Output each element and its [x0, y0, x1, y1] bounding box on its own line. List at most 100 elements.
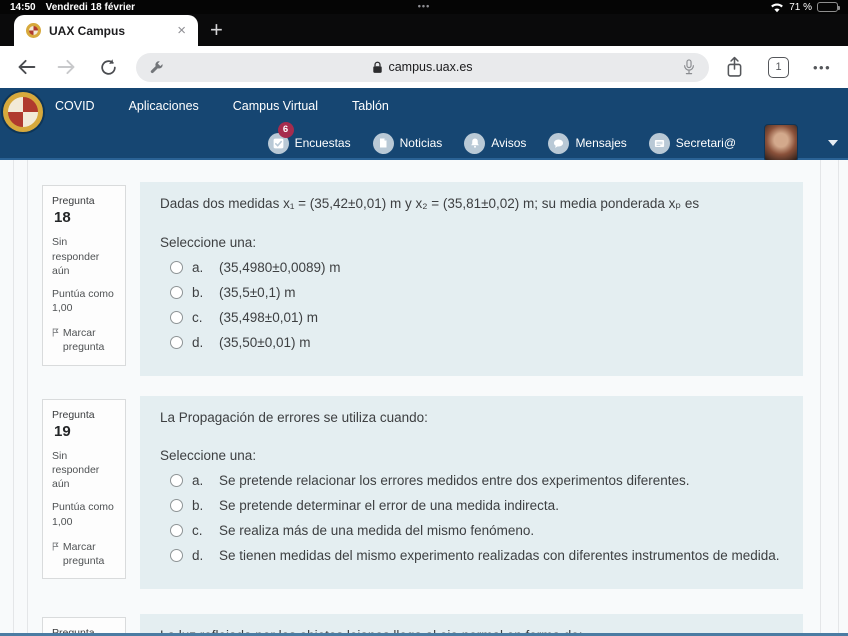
quicklink-secretaria[interactable]: Secretari@ — [648, 132, 736, 154]
main-nav: COVID Aplicaciones Campus Virtual Tablón — [0, 88, 848, 113]
option-text[interactable]: (35,498±0,01) m — [219, 310, 318, 325]
address-bar[interactable]: campus.uax.es — [136, 52, 709, 82]
option-letter: b. — [192, 284, 204, 300]
option-letter: b. — [192, 498, 204, 514]
question-18-card: Dadas dos medidas x₁ = (35,42±0,01) m y … — [140, 182, 803, 376]
radio-button[interactable] — [170, 524, 183, 538]
microphone-icon[interactable] — [682, 58, 696, 77]
answer-option-b: b. (35,5±0,1) m — [160, 285, 783, 300]
scrollbar-track[interactable] — [820, 160, 821, 636]
nav-campus-virtual[interactable]: Campus Virtual — [233, 99, 318, 113]
battery-icon — [817, 2, 840, 12]
flag-label: Marcar pregunta — [62, 327, 105, 354]
question-18-info-panel: Pregunta 18 Sin responder aún Puntúa com… — [42, 185, 126, 366]
back-button[interactable] — [14, 55, 38, 79]
option-text[interactable]: (35,5±0,1) m — [219, 285, 295, 300]
question-18: Pregunta 18 Sin responder aún Puntúa com… — [42, 182, 848, 376]
question-number: Pregunta 18 — [52, 194, 116, 228]
answer-option-a: a. (35,4980±0,0089) m — [160, 260, 783, 275]
uax-favicon-icon — [26, 23, 41, 38]
chat-icon — [548, 132, 570, 154]
nav-covid[interactable]: COVID — [55, 99, 95, 113]
reload-button[interactable] — [96, 55, 120, 79]
question-19-card: La Propagación de errores se utiliza cua… — [140, 395, 803, 590]
question-text: Dadas dos medidas x₁ = (35,42±0,01) m y … — [160, 196, 700, 211]
flag-question-link[interactable]: Marcar pregunta — [52, 326, 116, 354]
status-bar: 14:50 Vendredi 18 février ••• 71 % — [0, 0, 848, 14]
tab-close-icon[interactable]: × — [177, 23, 186, 38]
question-text: La Propagación de errores se utiliza cua… — [160, 409, 428, 425]
radio-button[interactable] — [170, 285, 183, 299]
question-19-info-panel: Pregunta 19 Sin responder aún Puntúa com… — [42, 398, 126, 580]
browser-tab[interactable]: UAX Campus × — [14, 15, 198, 46]
quicklink-label: Secretari@ — [675, 136, 736, 150]
option-text[interactable]: Se realiza más de una medida del mismo f… — [219, 523, 534, 538]
answer-option-d: d. Se tienen medidas del mismo experimen… — [160, 548, 783, 563]
flag-label: Marcar pregunta — [62, 540, 105, 567]
option-letter: c. — [192, 309, 203, 325]
tabs-button[interactable]: 1 — [768, 56, 789, 78]
news-icon — [372, 132, 394, 154]
quicklink-mensajes[interactable]: Mensajes — [548, 132, 627, 154]
answer-option-a: a. Se pretende relacionar los errores me… — [160, 473, 783, 488]
encuestas-badge: 6 — [277, 121, 294, 138]
radio-button[interactable] — [170, 335, 183, 349]
new-tab-button[interactable]: + — [210, 17, 223, 43]
quicklink-label: Avisos — [491, 136, 527, 150]
radio-button[interactable] — [170, 499, 183, 513]
uax-crest-logo[interactable] — [3, 92, 43, 132]
quicklink-label: Noticias — [399, 136, 443, 150]
question-label: Pregunta — [52, 195, 95, 207]
left-guide-line — [13, 160, 14, 636]
radio-button[interactable] — [170, 260, 183, 274]
option-text[interactable]: Se tienen medidas del mismo experimento … — [219, 548, 780, 563]
question-prompt: Seleccione una: — [160, 448, 257, 464]
quicklink-label: Mensajes — [575, 136, 627, 150]
question-status: Sin responder aún — [52, 236, 100, 277]
user-avatar[interactable] — [764, 124, 798, 162]
scrollbar-track[interactable] — [838, 160, 839, 636]
question-grade: Puntúa como 1,00 — [52, 501, 114, 528]
left-guide-line — [27, 160, 28, 636]
page-settings-wrench-icon[interactable] — [149, 60, 164, 75]
option-letter: d. — [192, 548, 204, 564]
answer-option-c: c. Se realiza más de una medida del mism… — [160, 523, 783, 538]
clock: 14:50 — [10, 1, 36, 13]
radio-button[interactable] — [170, 549, 183, 563]
chevron-down-icon[interactable] — [828, 140, 838, 146]
quicklinks: 6 Encuestas Noticias Avisos Mensajes Sec… — [267, 121, 838, 162]
safari-tab-bar: UAX Campus × + — [0, 14, 848, 46]
answer-option-d: d. (35,50±0,01) m — [160, 335, 783, 350]
share-icon[interactable] — [725, 56, 744, 79]
option-letter: d. — [192, 334, 204, 350]
radio-button[interactable] — [170, 310, 183, 324]
radio-button[interactable] — [170, 474, 183, 488]
quicklink-noticias[interactable]: Noticias — [372, 132, 443, 154]
option-text[interactable]: (35,50±0,01) m — [219, 335, 310, 350]
question-number-value: 19 — [54, 422, 71, 440]
quicklink-avisos[interactable]: Avisos — [464, 132, 527, 154]
lock-icon — [372, 61, 383, 74]
multitask-dots-icon: ••• — [417, 1, 431, 11]
question-19: Pregunta 19 Sin responder aún Puntúa com… — [42, 395, 848, 590]
option-text[interactable]: (35,4980±0,0089) m — [219, 260, 341, 275]
nav-tablon[interactable]: Tablón — [352, 99, 389, 113]
quicklink-encuestas[interactable]: 6 Encuestas — [267, 121, 351, 154]
option-text[interactable]: Se pretende determinar el error de una m… — [219, 498, 559, 513]
flag-icon — [52, 328, 59, 337]
flag-question-link[interactable]: Marcar pregunta — [52, 540, 116, 568]
question-status: Sin responder aún — [52, 449, 100, 491]
nav-aplicaciones[interactable]: Aplicaciones — [129, 99, 199, 113]
url-text: campus.uax.es — [388, 60, 473, 74]
option-text[interactable]: Se pretende relacionar los errores medid… — [219, 473, 690, 488]
option-letter: a. — [192, 259, 204, 275]
quiz-page: Pregunta 18 Sin responder aún Puntúa com… — [0, 160, 848, 636]
bell-icon — [464, 132, 486, 154]
question-number-value: 18 — [54, 209, 71, 227]
option-letter: a. — [192, 473, 204, 489]
date: Vendredi 18 février — [45, 1, 136, 13]
forward-button[interactable] — [54, 55, 78, 79]
battery-percent: 71 % — [789, 1, 812, 13]
toolbar-more-icon[interactable]: ••• — [813, 60, 831, 75]
ipad-screen: 14:50 Vendredi 18 février ••• 71 % UAX C… — [0, 0, 848, 636]
